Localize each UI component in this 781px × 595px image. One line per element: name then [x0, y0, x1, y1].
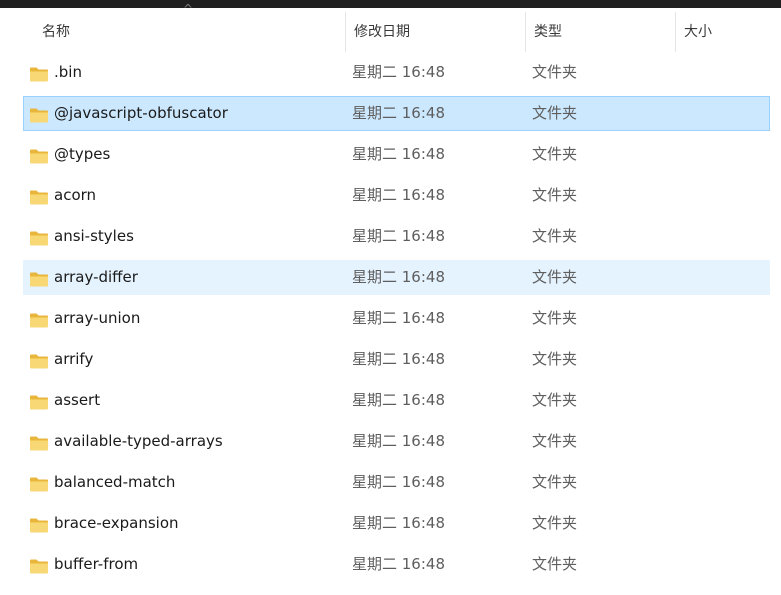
column-header-modified-label: 修改日期	[354, 24, 410, 40]
column-header-type-label: 类型	[534, 24, 562, 40]
file-name: buffer-from	[54, 555, 139, 573]
file-row[interactable]: assert 星期二 16:48 文件夹	[23, 383, 770, 418]
file-row[interactable]: ansi-styles 星期二 16:48 文件夹	[23, 219, 770, 254]
file-type: 文件夹	[532, 555, 578, 573]
folder-icon	[30, 190, 48, 205]
file-type: 文件夹	[532, 473, 578, 491]
file-name: brace-expansion	[54, 514, 179, 532]
folder-icon	[30, 477, 48, 492]
folder-icon	[30, 436, 48, 451]
file-type: 文件夹	[532, 350, 578, 368]
folder-icon	[30, 149, 48, 164]
file-type: 文件夹	[532, 268, 578, 286]
folder-icon	[30, 313, 48, 328]
file-type: 文件夹	[532, 145, 578, 163]
column-header-bar: 名称 ^ 修改日期 类型 大小	[23, 2, 775, 52]
folder-icon	[30, 231, 48, 246]
column-header-type[interactable]: 类型	[525, 12, 675, 52]
file-type: 文件夹	[532, 63, 578, 81]
file-name: .bin	[54, 63, 82, 81]
column-header-name[interactable]: 名称 ^	[23, 2, 345, 52]
folder-icon	[30, 559, 48, 574]
file-name: acorn	[54, 186, 97, 204]
folder-icon	[30, 67, 48, 82]
file-type: 文件夹	[532, 514, 578, 532]
file-modified-date: 星期二 16:48	[352, 555, 445, 573]
file-name: array-union	[54, 309, 141, 327]
file-row[interactable]: brace-expansion 星期二 16:48 文件夹	[23, 506, 770, 541]
file-modified-date: 星期二 16:48	[352, 309, 445, 327]
file-modified-date: 星期二 16:48	[352, 391, 445, 409]
file-modified-date: 星期二 16:48	[352, 104, 445, 122]
file-row[interactable]: buffer-from 星期二 16:48 文件夹	[23, 547, 770, 582]
file-type: 文件夹	[532, 432, 578, 450]
folder-icon	[30, 272, 48, 287]
file-name: @types	[54, 145, 111, 163]
file-row[interactable]: available-typed-arrays 星期二 16:48 文件夹	[23, 424, 770, 459]
file-type: 文件夹	[532, 391, 578, 409]
file-modified-date: 星期二 16:48	[352, 350, 445, 368]
file-row[interactable]: arrify 星期二 16:48 文件夹	[23, 342, 770, 377]
file-row[interactable]: acorn 星期二 16:48 文件夹	[23, 178, 770, 213]
column-header-size[interactable]: 大小	[675, 12, 775, 52]
folder-icon	[30, 395, 48, 410]
file-type: 文件夹	[532, 104, 578, 122]
file-modified-date: 星期二 16:48	[352, 186, 445, 204]
file-name: @javascript-obfuscator	[54, 104, 228, 122]
file-row[interactable]: @javascript-obfuscator 星期二 16:48 文件夹	[23, 96, 770, 131]
window-right-edge	[775, 8, 781, 595]
folder-icon	[30, 108, 48, 123]
file-name: balanced-match	[54, 473, 176, 491]
column-header-size-label: 大小	[684, 24, 712, 40]
folder-icon	[30, 518, 48, 533]
file-row[interactable]: array-differ 星期二 16:48 文件夹	[23, 260, 770, 295]
file-type: 文件夹	[532, 227, 578, 245]
window-top-edge	[0, 0, 781, 8]
file-name: arrify	[54, 350, 94, 368]
file-name: ansi-styles	[54, 227, 134, 245]
file-row[interactable]: .bin 星期二 16:48 文件夹	[23, 55, 770, 90]
sort-ascending-icon: ^	[183, 2, 194, 16]
column-header-modified[interactable]: 修改日期	[345, 12, 525, 52]
file-modified-date: 星期二 16:48	[352, 227, 445, 245]
file-modified-date: 星期二 16:48	[352, 145, 445, 163]
file-name: available-typed-arrays	[54, 432, 223, 450]
column-header-name-label: 名称	[42, 24, 70, 40]
file-modified-date: 星期二 16:48	[352, 268, 445, 286]
file-modified-date: 星期二 16:48	[352, 432, 445, 450]
file-type: 文件夹	[532, 309, 578, 327]
file-row[interactable]: array-union 星期二 16:48 文件夹	[23, 301, 770, 336]
file-row[interactable]: balanced-match 星期二 16:48 文件夹	[23, 465, 770, 500]
file-name: assert	[54, 391, 101, 409]
file-name: array-differ	[54, 268, 138, 286]
file-modified-date: 星期二 16:48	[352, 473, 445, 491]
file-type: 文件夹	[532, 186, 578, 204]
file-row[interactable]: @types 星期二 16:48 文件夹	[23, 137, 770, 172]
folder-icon	[30, 354, 48, 369]
file-modified-date: 星期二 16:48	[352, 514, 445, 532]
file-modified-date: 星期二 16:48	[352, 63, 445, 81]
